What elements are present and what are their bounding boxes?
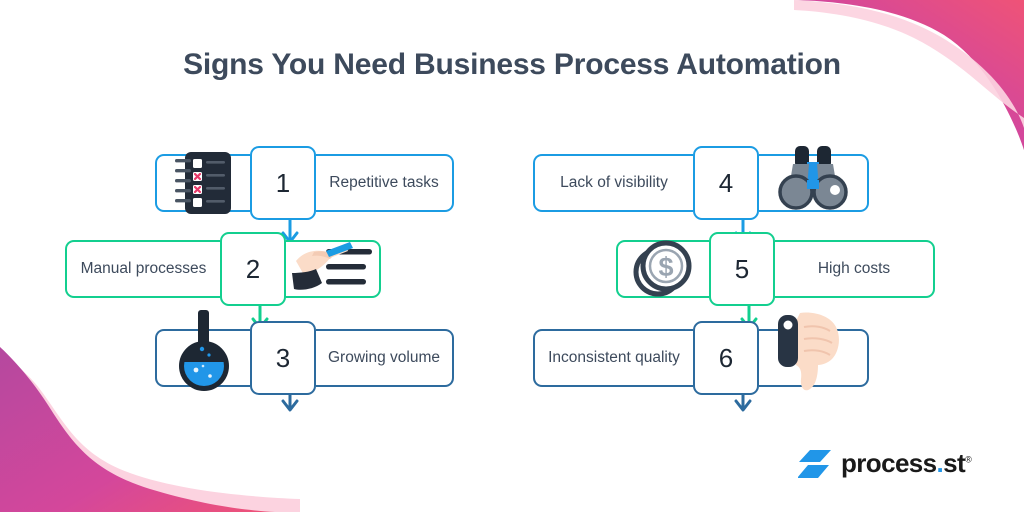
step-label-3: Growing volume <box>316 329 454 387</box>
flask-beaker-icon-box <box>155 310 250 391</box>
left-column: 1 Repetitive tasks Manual processes 2 3 … <box>60 140 500 412</box>
step-number-3: 3 <box>250 321 316 395</box>
step-label-4: Lack of visibility <box>533 154 693 212</box>
hand-writing-pen-icon-box <box>286 240 381 298</box>
step-number-2: 2 <box>220 232 286 306</box>
step-row-1: 1 Repetitive tasks <box>155 146 454 220</box>
logo-registered-mark: ® <box>965 454 972 465</box>
dollar-coins-icon-box: $ <box>616 240 709 298</box>
dollar-coins-icon: $ <box>633 240 691 297</box>
checklist-notepad-icon <box>174 152 231 214</box>
right-column: Lack of visibility 4 $ 5 High costs Inco… <box>528 140 968 412</box>
thumbs-down-icon <box>778 312 839 391</box>
step-row-2: Manual processes 2 <box>65 232 381 306</box>
binoculars-icon-box <box>759 146 869 212</box>
flask-beaker-icon <box>178 310 229 391</box>
step-label-6: Inconsistent quality <box>533 329 693 387</box>
thumbs-down-icon-box <box>759 312 869 391</box>
step-row-4: Lack of visibility 4 <box>533 146 869 220</box>
step-number-4: 4 <box>693 146 759 220</box>
process-st-logo-text: process.st® <box>841 448 972 479</box>
step-label-5: High costs <box>775 240 935 298</box>
step-label-1: Repetitive tasks <box>316 154 454 212</box>
page-title: Signs You Need Business Process Automati… <box>183 48 841 81</box>
step-row-3: 3 Growing volume <box>155 310 454 395</box>
process-st-logo-icon <box>798 449 831 478</box>
step-label-2: Manual processes <box>65 240 220 298</box>
step-row-5: $ 5 High costs <box>616 232 935 306</box>
process-st-logo[interactable]: process.st® <box>798 448 972 479</box>
logo-word: process <box>841 448 937 478</box>
svg-text:$: $ <box>658 252 673 282</box>
infographic-canvas: Signs You Need Business Process Automati… <box>0 0 1024 512</box>
hand-writing-pen-icon <box>291 242 372 290</box>
checklist-notepad-icon-box <box>155 152 250 214</box>
step-number-1: 1 <box>250 146 316 220</box>
binoculars-icon <box>778 146 848 210</box>
step-number-6: 6 <box>693 321 759 395</box>
step-number-5: 5 <box>709 232 775 306</box>
logo-suffix: st <box>943 448 966 478</box>
step-row-6: Inconsistent quality 6 <box>533 312 869 395</box>
